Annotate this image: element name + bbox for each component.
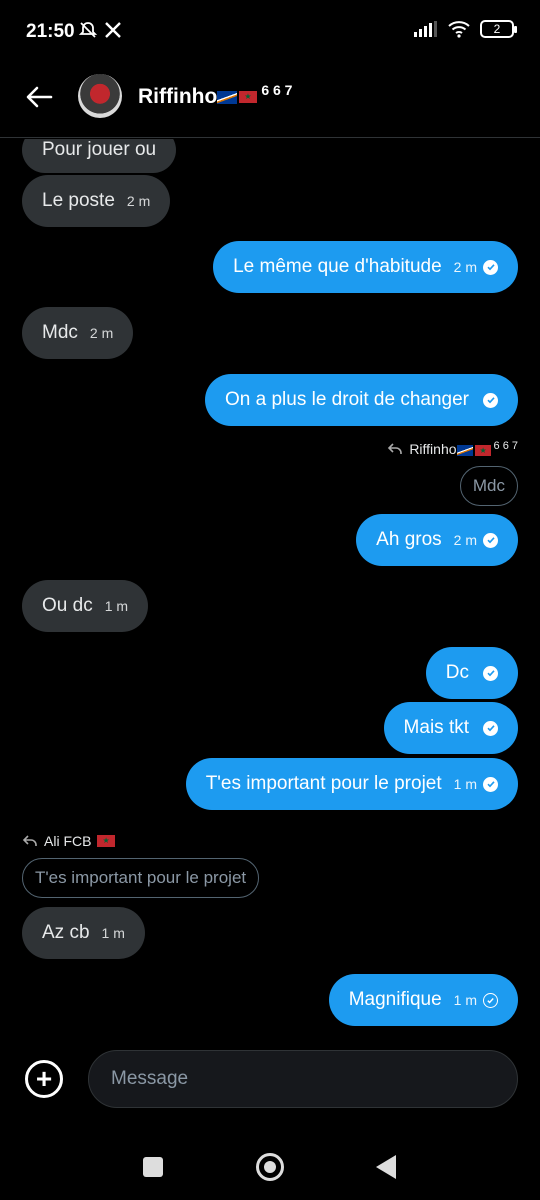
reply-label: Ali FCB bbox=[22, 833, 116, 849]
reply-arrow-icon bbox=[22, 835, 37, 846]
message-bubble-outgoing[interactable]: On a plus le droit de changer bbox=[205, 374, 518, 426]
message-input[interactable] bbox=[88, 1050, 518, 1108]
message-bubble-incoming[interactable]: Ou dc 1 m bbox=[22, 580, 149, 632]
check-circle-icon bbox=[483, 532, 498, 548]
quoted-message[interactable]: T'es important pour le projet bbox=[22, 858, 260, 898]
message-time: 1 m bbox=[453, 776, 477, 792]
message-text: Magnifique bbox=[348, 989, 442, 1010]
battery-icon: 2 bbox=[480, 20, 517, 38]
status-icons-left bbox=[78, 20, 122, 40]
reply-label-name: Riffinho 6 6 7 bbox=[409, 440, 518, 457]
marshall-islands-flag-icon bbox=[456, 444, 473, 456]
check-circle-icon bbox=[483, 259, 498, 275]
check-circle-outline-icon bbox=[483, 992, 498, 1008]
contact-name-text: Riffinho bbox=[138, 85, 218, 108]
system-nav-bar bbox=[0, 1140, 540, 1196]
message-time: 1 m bbox=[104, 598, 129, 614]
check-circle-icon bbox=[483, 392, 498, 408]
message-text: On a plus le droit de changer bbox=[225, 389, 469, 410]
status-icons-right: 2 bbox=[414, 20, 517, 38]
status-bar: 21:50 2 bbox=[0, 0, 540, 66]
message-time: 1 m bbox=[453, 992, 477, 1008]
x-logo-icon bbox=[105, 22, 121, 38]
check-circle-icon bbox=[483, 665, 498, 681]
plus-circle-icon[interactable]: + bbox=[25, 1060, 63, 1098]
home-icon[interactable] bbox=[256, 1153, 284, 1181]
message-text: Az cb bbox=[42, 922, 90, 943]
message-time: 2 m bbox=[126, 193, 151, 209]
message-bubble-outgoing[interactable]: T'es important pour le projet 1 m bbox=[185, 758, 518, 810]
reply-label-name-text: Riffinho bbox=[409, 441, 457, 457]
avatar[interactable] bbox=[78, 74, 122, 118]
wifi-icon bbox=[448, 21, 470, 38]
message-bubble-outgoing[interactable]: Dc bbox=[425, 647, 518, 699]
recent-apps-icon[interactable] bbox=[143, 1157, 163, 1177]
message-bubble-incoming[interactable]: Mdc 2 m bbox=[22, 307, 134, 359]
contact-name-suffix: 6 6 7 bbox=[261, 82, 293, 98]
reply-label: Riffinho 6 6 7 bbox=[387, 440, 518, 457]
arrow-left-icon bbox=[26, 86, 53, 108]
chat-header: Riffinho 6 6 7 bbox=[0, 66, 540, 138]
message-bubble-outgoing[interactable]: Mais tkt bbox=[383, 702, 518, 754]
message-text: Dc bbox=[445, 662, 469, 683]
message-text: Mais tkt bbox=[403, 717, 469, 738]
marshall-islands-flag-icon bbox=[217, 90, 238, 104]
message-text: Le poste bbox=[42, 190, 115, 211]
check-circle-icon bbox=[483, 720, 498, 736]
message-time: 1 m bbox=[101, 925, 125, 941]
morocco-flag-icon bbox=[97, 835, 116, 847]
quoted-message[interactable]: Mdc bbox=[459, 466, 518, 506]
back-triangle-icon[interactable] bbox=[376, 1155, 396, 1179]
message-text: Ou dc bbox=[42, 595, 93, 616]
status-time: 21:50 bbox=[26, 21, 75, 42]
message-text: Mdc bbox=[42, 322, 78, 343]
message-time: 2 m bbox=[453, 259, 477, 275]
message-text: Pour jouer ou bbox=[42, 139, 157, 160]
check-circle-icon bbox=[483, 776, 498, 792]
morocco-flag-icon bbox=[239, 91, 258, 104]
message-bubble-outgoing[interactable]: Ah gros 2 m bbox=[356, 514, 518, 566]
message-bubble-incoming[interactable]: Az cb 1 m bbox=[22, 907, 145, 959]
message-text: T'es important pour le projet bbox=[205, 773, 442, 794]
battery-level: 2 bbox=[493, 22, 501, 36]
reply-label-name: Ali FCB bbox=[44, 833, 92, 849]
quoted-text: Mdc bbox=[472, 476, 505, 495]
message-bubble-outgoing[interactable]: Le même que d'habitude 2 m bbox=[213, 241, 518, 293]
back-button[interactable] bbox=[22, 80, 56, 114]
message-bubble-incoming[interactable]: Pour jouer ou bbox=[22, 139, 177, 173]
message-bubble-incoming[interactable]: Le poste 2 m bbox=[22, 175, 171, 227]
quoted-text: T'es important pour le projet bbox=[35, 868, 247, 887]
contact-name[interactable]: Riffinho 6 6 7 bbox=[138, 82, 292, 109]
message-text: Le même que d'habitude bbox=[233, 256, 442, 277]
message-bubble-outgoing[interactable]: Magnifique 1 m bbox=[328, 974, 518, 1026]
message-time: 2 m bbox=[453, 532, 477, 548]
muted-bell-icon bbox=[78, 22, 98, 38]
reply-label-suffix: 6 6 7 bbox=[493, 440, 518, 452]
message-time: 2 m bbox=[89, 325, 114, 341]
reply-arrow-icon bbox=[388, 442, 403, 454]
morocco-flag-icon bbox=[474, 444, 491, 457]
message-text: Ah gros bbox=[376, 529, 442, 550]
signal-icon bbox=[414, 21, 437, 37]
message-list[interactable]: Pour jouer ou Le poste 2 m Le même que d… bbox=[0, 139, 540, 1029]
message-composer: + bbox=[0, 1050, 540, 1108]
